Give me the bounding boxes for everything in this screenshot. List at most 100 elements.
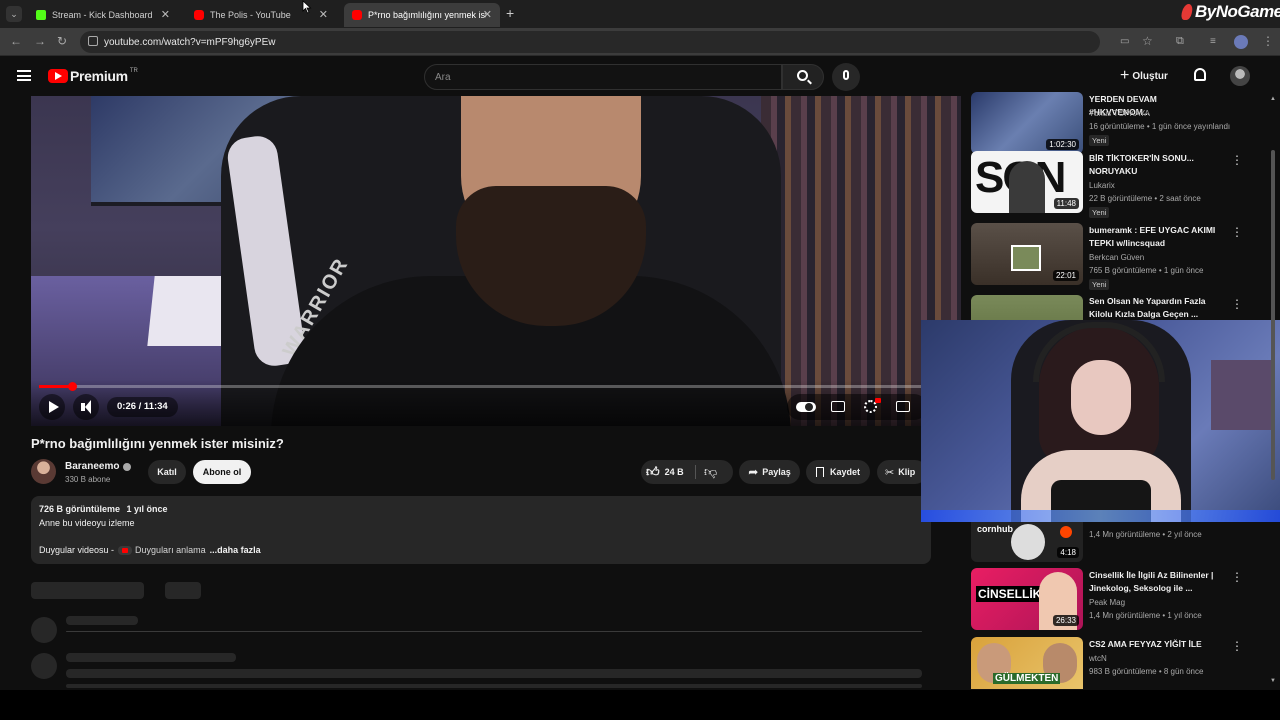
like-button[interactable]: 👍︎ 24 B [646, 464, 684, 480]
more-options-icon[interactable]: ⋮ [1231, 639, 1243, 653]
close-tab-icon[interactable]: ✕ [161, 8, 170, 21]
tab-kick-dashboard[interactable]: Stream - Kick Dashboard ✕ [28, 3, 178, 27]
tab-list-dropdown-icon[interactable]: ⌄ [6, 6, 22, 22]
browser-menu-icon[interactable]: ⋮ [1262, 34, 1274, 48]
thumbnail-meme-face [1011, 524, 1045, 560]
browser-address-bar: ← → ↻ youtube.com/watch?v=mPF9hg6yPEw ▭ … [0, 28, 1280, 56]
video-player[interactable]: WARRIOR 0:26 / 11:34 [31, 96, 961, 426]
voice-search-button[interactable] [832, 63, 860, 91]
recommendation-item[interactable]: cornhub 4:18 1,4 Mn görüntüleme • 2 yıl … [971, 522, 1271, 562]
recommendation-item[interactable]: SON 11:48 BİR TİKTOKER'İN SONU... NORUYA… [971, 151, 1271, 218]
create-button[interactable]: + Oluştur [1120, 67, 1168, 85]
bookmark-icon [815, 467, 824, 477]
thumbnail-text: CİNSELLİK [976, 586, 1044, 602]
site-info-icon[interactable] [88, 36, 98, 46]
rec-channel: Yunus TOPKAYA [1089, 109, 1150, 118]
rec-meta: 22 B görüntüleme • 2 saat önce [1089, 194, 1201, 203]
watermark-logo: ByNoGame [1180, 2, 1280, 22]
youtube-logo[interactable]: Premium TR [48, 68, 138, 84]
linked-video-chip[interactable]: Duyguları anlama [118, 545, 206, 555]
tab-the-polis[interactable]: The Polis - YouTube ✕ [186, 3, 336, 27]
notifications-bell-icon[interactable] [1194, 68, 1206, 81]
play-button[interactable] [39, 394, 65, 420]
channel-avatar[interactable] [31, 459, 56, 484]
recommendation-item[interactable]: 1:02:30 YERDEN DEVAM #HKVVENOM... Yunus … [971, 92, 1271, 156]
duration-badge: 11:48 [1053, 198, 1079, 209]
cast-icon[interactable]: ▭ [1120, 36, 1129, 47]
hamburger-menu-icon[interactable] [17, 70, 31, 81]
thumbs-up-icon: 👍︎ [646, 464, 660, 479]
clip-button[interactable]: ✂ Klip [877, 460, 927, 484]
sidebar-scrollbar[interactable] [1271, 150, 1275, 480]
time-display: 0:26 / 11:34 [107, 397, 178, 417]
reading-list-icon[interactable]: ≡ [1210, 36, 1216, 47]
youtube-favicon-icon [352, 10, 362, 20]
join-button[interactable]: Katıl [148, 460, 186, 484]
forward-icon[interactable]: → [34, 34, 46, 48]
rec-title: BİR TİKTOKER'İN SONU... NORUYAKU [1089, 153, 1194, 176]
mouse-cursor-icon [302, 0, 312, 14]
duration-badge: 26:33 [1052, 615, 1079, 626]
channel-name[interactable]: Baraneemo [65, 461, 132, 472]
new-tab-button[interactable]: + [506, 5, 514, 21]
show-more-link[interactable]: ...daha fazla [210, 545, 261, 555]
recommendation-item[interactable]: GÜLMEKTEN CS2 AMA FEYYAZ YİĞİT İLE wtcN … [971, 637, 1271, 689]
dislike-button[interactable]: 👎︎ [704, 464, 717, 480]
extensions-icon[interactable]: ⧉ [1176, 35, 1184, 48]
video-thumbnail: CİNSELLİK 26:33 [971, 568, 1083, 630]
close-tab-icon[interactable]: ✕ [319, 8, 328, 21]
progress-bar[interactable] [39, 382, 921, 391]
volume-button[interactable] [73, 394, 99, 420]
more-options-icon[interactable]: ⋮ [1231, 570, 1243, 584]
more-options-icon[interactable]: ⋮ [1231, 225, 1243, 239]
rec-title: CS2 AMA FEYYAZ YİĞİT İLE [1089, 639, 1202, 649]
rec-meta: 16 görüntüleme • 1 gün önce yayınlandı [1089, 122, 1231, 131]
share-button[interactable]: ➦ Paylaş [739, 460, 800, 484]
scroll-down-icon[interactable]: ▼ [1270, 678, 1276, 684]
progress-played [39, 385, 72, 388]
rec-channel: Berkcan Güven [1089, 253, 1145, 262]
reddit-logo-icon [1060, 526, 1072, 538]
tab-active-video[interactable]: P*rno bağımlılığını yenmek iste ✕ [344, 3, 500, 27]
bookmark-star-icon[interactable]: ☆ [1142, 34, 1153, 48]
rec-meta: 765 B görüntüleme • 1 gün önce [1089, 266, 1204, 275]
scroll-up-icon[interactable]: ▲ [1270, 96, 1276, 102]
reload-icon[interactable]: ↻ [57, 34, 67, 48]
skeleton-divider [66, 631, 922, 632]
save-button[interactable]: Kaydet [806, 460, 870, 484]
recommendation-item[interactable]: CİNSELLİK 26:33 Cinsellik İle İlgili Az … [971, 568, 1271, 632]
recommendation-item[interactable]: 22:01 bumeramk : EFE UYGAC AKIMI TEPKI w… [971, 223, 1271, 290]
back-icon[interactable]: ← [10, 34, 22, 48]
skeleton-line [66, 684, 922, 688]
search-input[interactable]: Ara [424, 64, 782, 90]
miniplayer-icon[interactable] [896, 401, 910, 412]
more-options-icon[interactable]: ⋮ [1231, 153, 1243, 167]
close-tab-icon[interactable]: ✕ [483, 8, 492, 21]
subscribe-button[interactable]: Abone ol [193, 460, 251, 484]
save-label: Kaydet [829, 467, 860, 477]
rec-meta: 1,4 Mn görüntüleme • 2 yıl önce [1089, 530, 1202, 539]
more-options-icon[interactable]: ⋮ [1231, 297, 1243, 311]
new-badge: Yeni [1089, 207, 1110, 218]
skeleton-line [66, 669, 922, 678]
play-icon [49, 401, 59, 413]
description-line-1: Anne bu videoyu izleme [39, 518, 135, 528]
skeleton-avatar [31, 653, 57, 679]
video-title: P*rno bağımlılığını yenmek ister misiniz… [31, 436, 284, 451]
video-thumbnail: 22:01 [971, 223, 1083, 285]
region-label: TR [129, 68, 138, 74]
url-input[interactable]: youtube.com/watch?v=mPF9hg6yPEw [80, 31, 1100, 53]
profile-avatar[interactable] [1234, 35, 1248, 49]
skeleton-sort-button [165, 582, 201, 599]
autoplay-toggle[interactable] [796, 402, 816, 412]
duration-badge: 22:01 [1052, 270, 1079, 281]
subtitles-icon[interactable] [831, 401, 845, 412]
progress-scrubber[interactable] [67, 382, 77, 391]
clip-label: Klip [898, 467, 916, 477]
create-label: Oluştur [1132, 70, 1168, 82]
thumbnail-person [1009, 161, 1045, 213]
account-avatar[interactable] [1230, 66, 1250, 86]
search-button[interactable] [782, 64, 824, 90]
search-icon [797, 70, 808, 81]
youtube-favicon-icon [194, 10, 204, 20]
